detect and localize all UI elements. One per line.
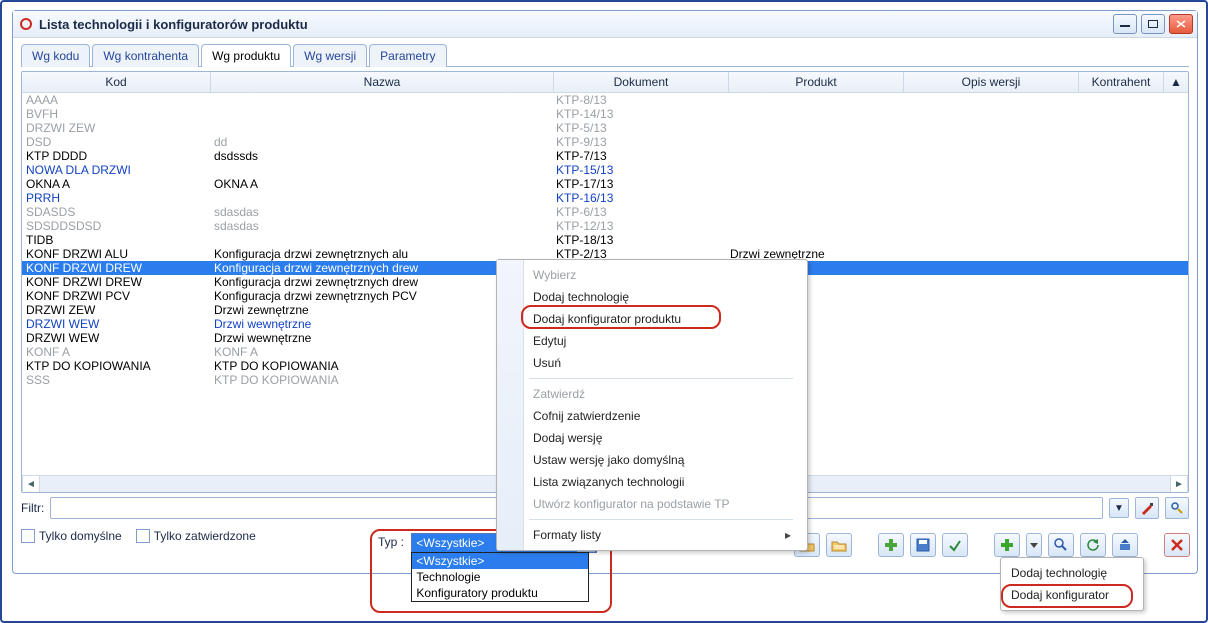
app-icon [19,17,33,31]
table-row[interactable]: TIDBKTP-18/13 [22,233,1188,247]
menu-item[interactable]: Dodaj technologię [501,286,797,308]
menu-separator [529,519,793,520]
minimize-button[interactable] [1113,14,1137,34]
table-row[interactable]: DSDddKTP-9/13 [22,135,1188,149]
folder-button[interactable] [826,533,852,557]
add-button[interactable] [878,533,904,557]
menu-item[interactable]: Cofnij zatwierdzenie [501,405,797,427]
popup-add-technology[interactable]: Dodaj technologię [1005,562,1139,584]
scroll-left-button[interactable]: ◄ [22,476,40,492]
checkbox-only-approved[interactable]: Tylko zatwierdzone [136,529,256,543]
menu-item[interactable]: Ustaw wersję jako domyślną [501,449,797,471]
checkbox-only-default[interactable]: Tylko domyślne [21,529,122,543]
filter-dropdown-button[interactable]: ▼ [1109,498,1129,518]
table-row[interactable]: AAAAKTP-8/13 [22,93,1188,107]
filter-edit-button[interactable] [1135,497,1159,519]
refresh-button[interactable] [1080,533,1106,557]
type-option-all[interactable]: <Wszystkie> [412,553,588,569]
menu-item[interactable]: Dodaj wersję [501,427,797,449]
type-combo-list: <Wszystkie> Technologie Konfiguratory pr… [411,552,589,602]
column-header-produkt[interactable]: Produkt [729,72,904,92]
column-header-nazwa[interactable]: Nazwa [211,72,554,92]
close-button[interactable] [1169,14,1193,34]
tab-parametry[interactable]: Parametry [369,44,446,67]
add-green-button[interactable] [994,533,1020,557]
menu-item: Wybierz [501,264,797,286]
save-button[interactable] [910,533,936,557]
table-row[interactable]: PRRHKTP-16/13 [22,191,1188,205]
table-row[interactable]: KTP DDDDdsdssdsKTP-7/13 [22,149,1188,163]
tab-wg-kontrahenta[interactable]: Wg kontrahenta [92,44,199,67]
table-row[interactable]: DRZWI ZEWKTP-5/13 [22,121,1188,135]
column-header-kontrahent[interactable]: Kontrahent [1079,72,1164,92]
column-header-kod[interactable]: Kod [22,72,211,92]
grid-header: Kod Nazwa Dokument Produkt Opis wersji K… [22,72,1188,93]
add-popup-menu: Dodaj technologię Dodaj konfigurator [1000,557,1144,611]
search-button[interactable] [1048,533,1074,557]
table-row[interactable]: SDSDDSDSDsdasdasKTP-12/13 [22,219,1188,233]
menu-item[interactable]: Lista związanych technologii [501,471,797,493]
delete-button[interactable] [1164,533,1190,557]
popup-add-configurator[interactable]: Dodaj konfigurator [1005,584,1139,606]
window-title: Lista technologii i konfiguratorów produ… [39,17,308,32]
context-menu: WybierzDodaj technologięDodaj konfigurat… [496,259,808,551]
tab-wg-wersji[interactable]: Wg wersji [293,44,367,67]
table-row[interactable]: OKNA AOKNA AKTP-17/13 [22,177,1188,191]
menu-item[interactable]: Formaty listy [501,524,797,546]
column-header-opis[interactable]: Opis wersji [904,72,1079,92]
tabs-row: Wg kodu Wg kontrahenta Wg produktu Wg we… [13,38,1197,66]
menu-item: Zatwierdź [501,383,797,405]
export-button[interactable] [1112,533,1138,557]
approve-button[interactable] [942,533,968,557]
bottom-toolbar [794,533,1190,557]
titlebar: Lista technologii i konfiguratorów produ… [13,11,1197,38]
filter-label: Filtr: [21,501,44,515]
menu-item: Utwórz konfigurator na podstawie TP [501,493,797,515]
table-row[interactable]: SDASDSsdasdasKTP-6/13 [22,205,1188,219]
scroll-right-button[interactable]: ► [1170,476,1188,492]
menu-item[interactable]: Edytuj [501,330,797,352]
dropdown-arrow-button[interactable] [1026,533,1042,557]
menu-item[interactable]: Dodaj konfigurator produktu [501,308,797,330]
menu-item[interactable]: Usuń [501,352,797,374]
type-option-technologies[interactable]: Technologie [412,569,588,585]
table-row[interactable]: BVFHKTP-14/13 [22,107,1188,121]
tab-wg-produktu[interactable]: Wg produktu [201,44,291,67]
type-option-configurators[interactable]: Konfiguratory produktu [412,585,588,601]
column-header-dokument[interactable]: Dokument [554,72,729,92]
tab-wg-kodu[interactable]: Wg kodu [21,44,90,67]
type-label: Typ : [378,535,404,549]
menu-separator [529,378,793,379]
scroll-up-button[interactable]: ▲ [1164,72,1188,92]
filter-config-button[interactable] [1165,497,1189,519]
table-row[interactable]: NOWA DLA DRZWIKTP-15/13 [22,163,1188,177]
maximize-button[interactable] [1141,14,1165,34]
